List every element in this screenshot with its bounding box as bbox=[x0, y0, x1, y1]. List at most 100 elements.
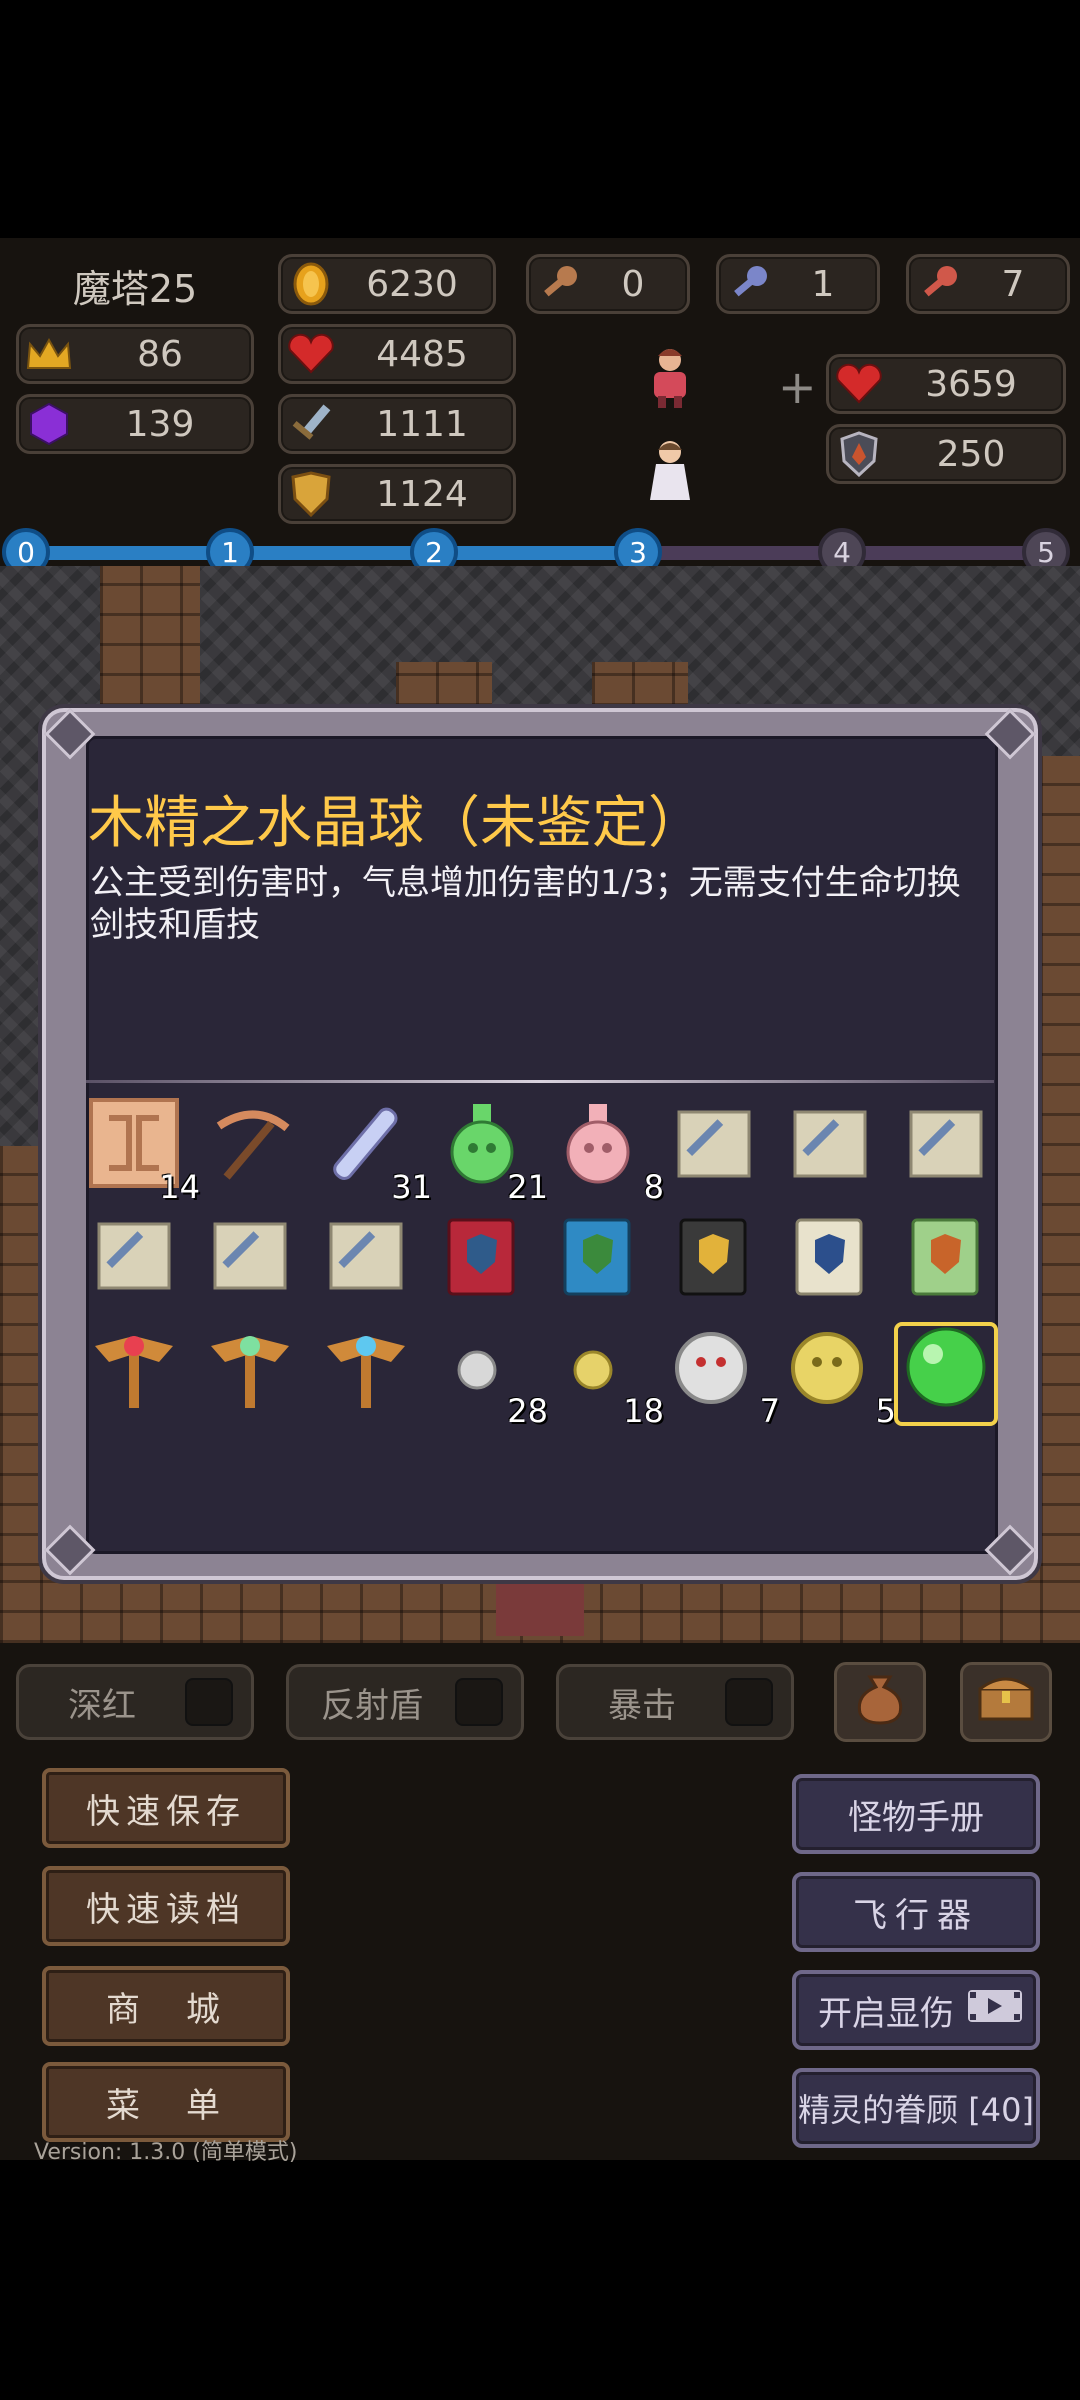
inventory-slot[interactable]: 28 bbox=[430, 1322, 548, 1430]
item-count: 18 bbox=[623, 1392, 664, 1430]
spirit-blessing-button[interactable]: 精灵的眷顾 [40] bbox=[792, 2068, 1040, 2148]
inventory-slot[interactable]: 7 bbox=[662, 1322, 780, 1430]
flyer-button[interactable]: 飞行器 bbox=[792, 1872, 1040, 1952]
inventory-slot[interactable] bbox=[546, 1210, 650, 1314]
quick-load-button[interactable]: 快速读档 bbox=[42, 1866, 290, 1946]
video-icon bbox=[966, 1986, 1024, 2035]
toggle-checkbox[interactable] bbox=[725, 1678, 773, 1726]
toggle-crimson[interactable]: 深红 bbox=[16, 1664, 254, 1740]
yellow-key-counter: 0 bbox=[526, 254, 690, 314]
sword-scroll-icon bbox=[669, 1098, 759, 1202]
red-key-icon bbox=[909, 254, 969, 314]
toggle-critical[interactable]: 暴击 bbox=[556, 1664, 794, 1740]
defense-counter: 1124 bbox=[278, 464, 516, 524]
yellow-key-icon bbox=[529, 254, 589, 314]
inventory-slot[interactable] bbox=[662, 1098, 766, 1202]
red-shield-book-icon bbox=[437, 1210, 527, 1314]
inventory-slot[interactable] bbox=[82, 1210, 186, 1314]
heart-icon bbox=[829, 354, 889, 414]
silver-medal-icon bbox=[669, 1322, 759, 1426]
red-gem-amulet-icon bbox=[89, 1322, 179, 1426]
sword-scroll-icon bbox=[205, 1210, 295, 1314]
treasure-chest-icon bbox=[976, 1671, 1036, 1734]
crown-icon bbox=[19, 324, 79, 384]
item-count: 5 bbox=[875, 1392, 896, 1430]
blue-gem-amulet-icon bbox=[321, 1322, 411, 1426]
purple-crystal-icon bbox=[19, 394, 79, 454]
ally-hp-counter: 3659 bbox=[826, 354, 1066, 414]
inventory-slot[interactable] bbox=[894, 1098, 998, 1202]
hero-sprite bbox=[640, 346, 700, 410]
item-count: 7 bbox=[759, 1392, 780, 1430]
sword-scroll-icon bbox=[89, 1210, 179, 1314]
quick-save-button[interactable]: 快速保存 bbox=[42, 1768, 290, 1848]
sword-scroll-icon bbox=[785, 1098, 875, 1202]
item-count: 14 bbox=[159, 1168, 200, 1206]
item-count: 28 bbox=[507, 1392, 548, 1430]
item-count: 21 bbox=[507, 1168, 548, 1206]
inventory-slot[interactable] bbox=[430, 1210, 534, 1314]
bag-button[interactable] bbox=[834, 1662, 926, 1742]
chest-button[interactable] bbox=[960, 1662, 1052, 1742]
inventory-slot[interactable]: 31 bbox=[314, 1098, 432, 1206]
crystal-counter: 139 bbox=[16, 394, 254, 454]
inventory-slot[interactable]: 21 bbox=[430, 1098, 548, 1206]
inventory-slot[interactable] bbox=[778, 1098, 882, 1202]
toggle-checkbox[interactable] bbox=[185, 1678, 233, 1726]
inventory-slot[interactable] bbox=[778, 1210, 882, 1314]
version-label: Version: 1.3.0 (简单模式) bbox=[34, 2140, 298, 2165]
inventory-slot[interactable] bbox=[82, 1322, 186, 1426]
floor-label: 魔塔25 bbox=[72, 267, 198, 311]
progress-track-done bbox=[26, 546, 638, 560]
inventory-slot[interactable] bbox=[198, 1322, 302, 1426]
menu-button[interactable]: 菜 单 bbox=[42, 2062, 290, 2142]
green-shield-book-icon bbox=[553, 1210, 643, 1314]
inventory-slot[interactable] bbox=[894, 1322, 998, 1426]
level-counter: 86 bbox=[16, 324, 254, 384]
show-damage-button[interactable]: 开启显伤 bbox=[792, 1970, 1040, 2050]
pickaxe-icon bbox=[205, 1098, 295, 1202]
toggle-reflect-shield[interactable]: 反射盾 bbox=[286, 1664, 524, 1740]
green-gem-amulet-icon bbox=[205, 1322, 295, 1426]
inventory-slot[interactable]: 14 bbox=[82, 1098, 200, 1206]
gold-shield-book-icon bbox=[669, 1210, 759, 1314]
shop-button[interactable]: 商 城 bbox=[42, 1966, 290, 2046]
inventory-slot[interactable]: 8 bbox=[546, 1098, 664, 1206]
inventory-slot[interactable] bbox=[314, 1322, 418, 1426]
inventory-slot[interactable] bbox=[314, 1210, 418, 1314]
item-count: 31 bbox=[391, 1168, 432, 1206]
brick-wall bbox=[396, 662, 492, 706]
monster-sprite bbox=[496, 1576, 584, 1636]
money-bag-icon bbox=[852, 1669, 908, 1736]
sword-scroll-icon bbox=[321, 1210, 411, 1314]
blue-shield-book-icon bbox=[785, 1210, 875, 1314]
shield-icon bbox=[281, 464, 341, 524]
sword-icon bbox=[281, 394, 341, 454]
brick-wall bbox=[100, 566, 200, 706]
inventory-slot[interactable] bbox=[662, 1210, 766, 1314]
red-key-counter: 7 bbox=[906, 254, 1070, 314]
inventory-slot[interactable] bbox=[198, 1210, 302, 1314]
gold-coin-icon bbox=[281, 254, 341, 314]
gold-counter: 6230 bbox=[278, 254, 496, 314]
attack-counter: 1111 bbox=[278, 394, 516, 454]
item-description: 公主受到伤害时，气息增加伤害的1/3；无需支付生命切换剑技和盾技 bbox=[90, 863, 961, 945]
heart-icon bbox=[281, 324, 341, 384]
blue-key-icon bbox=[719, 254, 779, 314]
hp-counter: 4485 bbox=[278, 324, 516, 384]
brick-wall bbox=[1040, 756, 1080, 1626]
ally-defense-counter: 250 bbox=[826, 424, 1066, 484]
princess-sprite bbox=[642, 438, 698, 502]
inventory-slot[interactable]: 5 bbox=[778, 1322, 896, 1430]
inventory-grid: 14 31 21 8 28 18 7 5 bbox=[82, 1098, 1002, 1430]
orange-shield-book-icon bbox=[901, 1210, 991, 1314]
shield-emblem-icon bbox=[829, 424, 889, 484]
inventory-slot[interactable]: 18 bbox=[546, 1322, 664, 1430]
inventory-slot[interactable] bbox=[198, 1098, 302, 1202]
toggle-checkbox[interactable] bbox=[455, 1678, 503, 1726]
item-count: 8 bbox=[643, 1168, 664, 1206]
inventory-slot[interactable] bbox=[894, 1210, 998, 1314]
pink-flask-icon bbox=[553, 1098, 643, 1202]
gold-medal-icon bbox=[785, 1322, 875, 1426]
monster-manual-button[interactable]: 怪物手册 bbox=[792, 1774, 1040, 1854]
